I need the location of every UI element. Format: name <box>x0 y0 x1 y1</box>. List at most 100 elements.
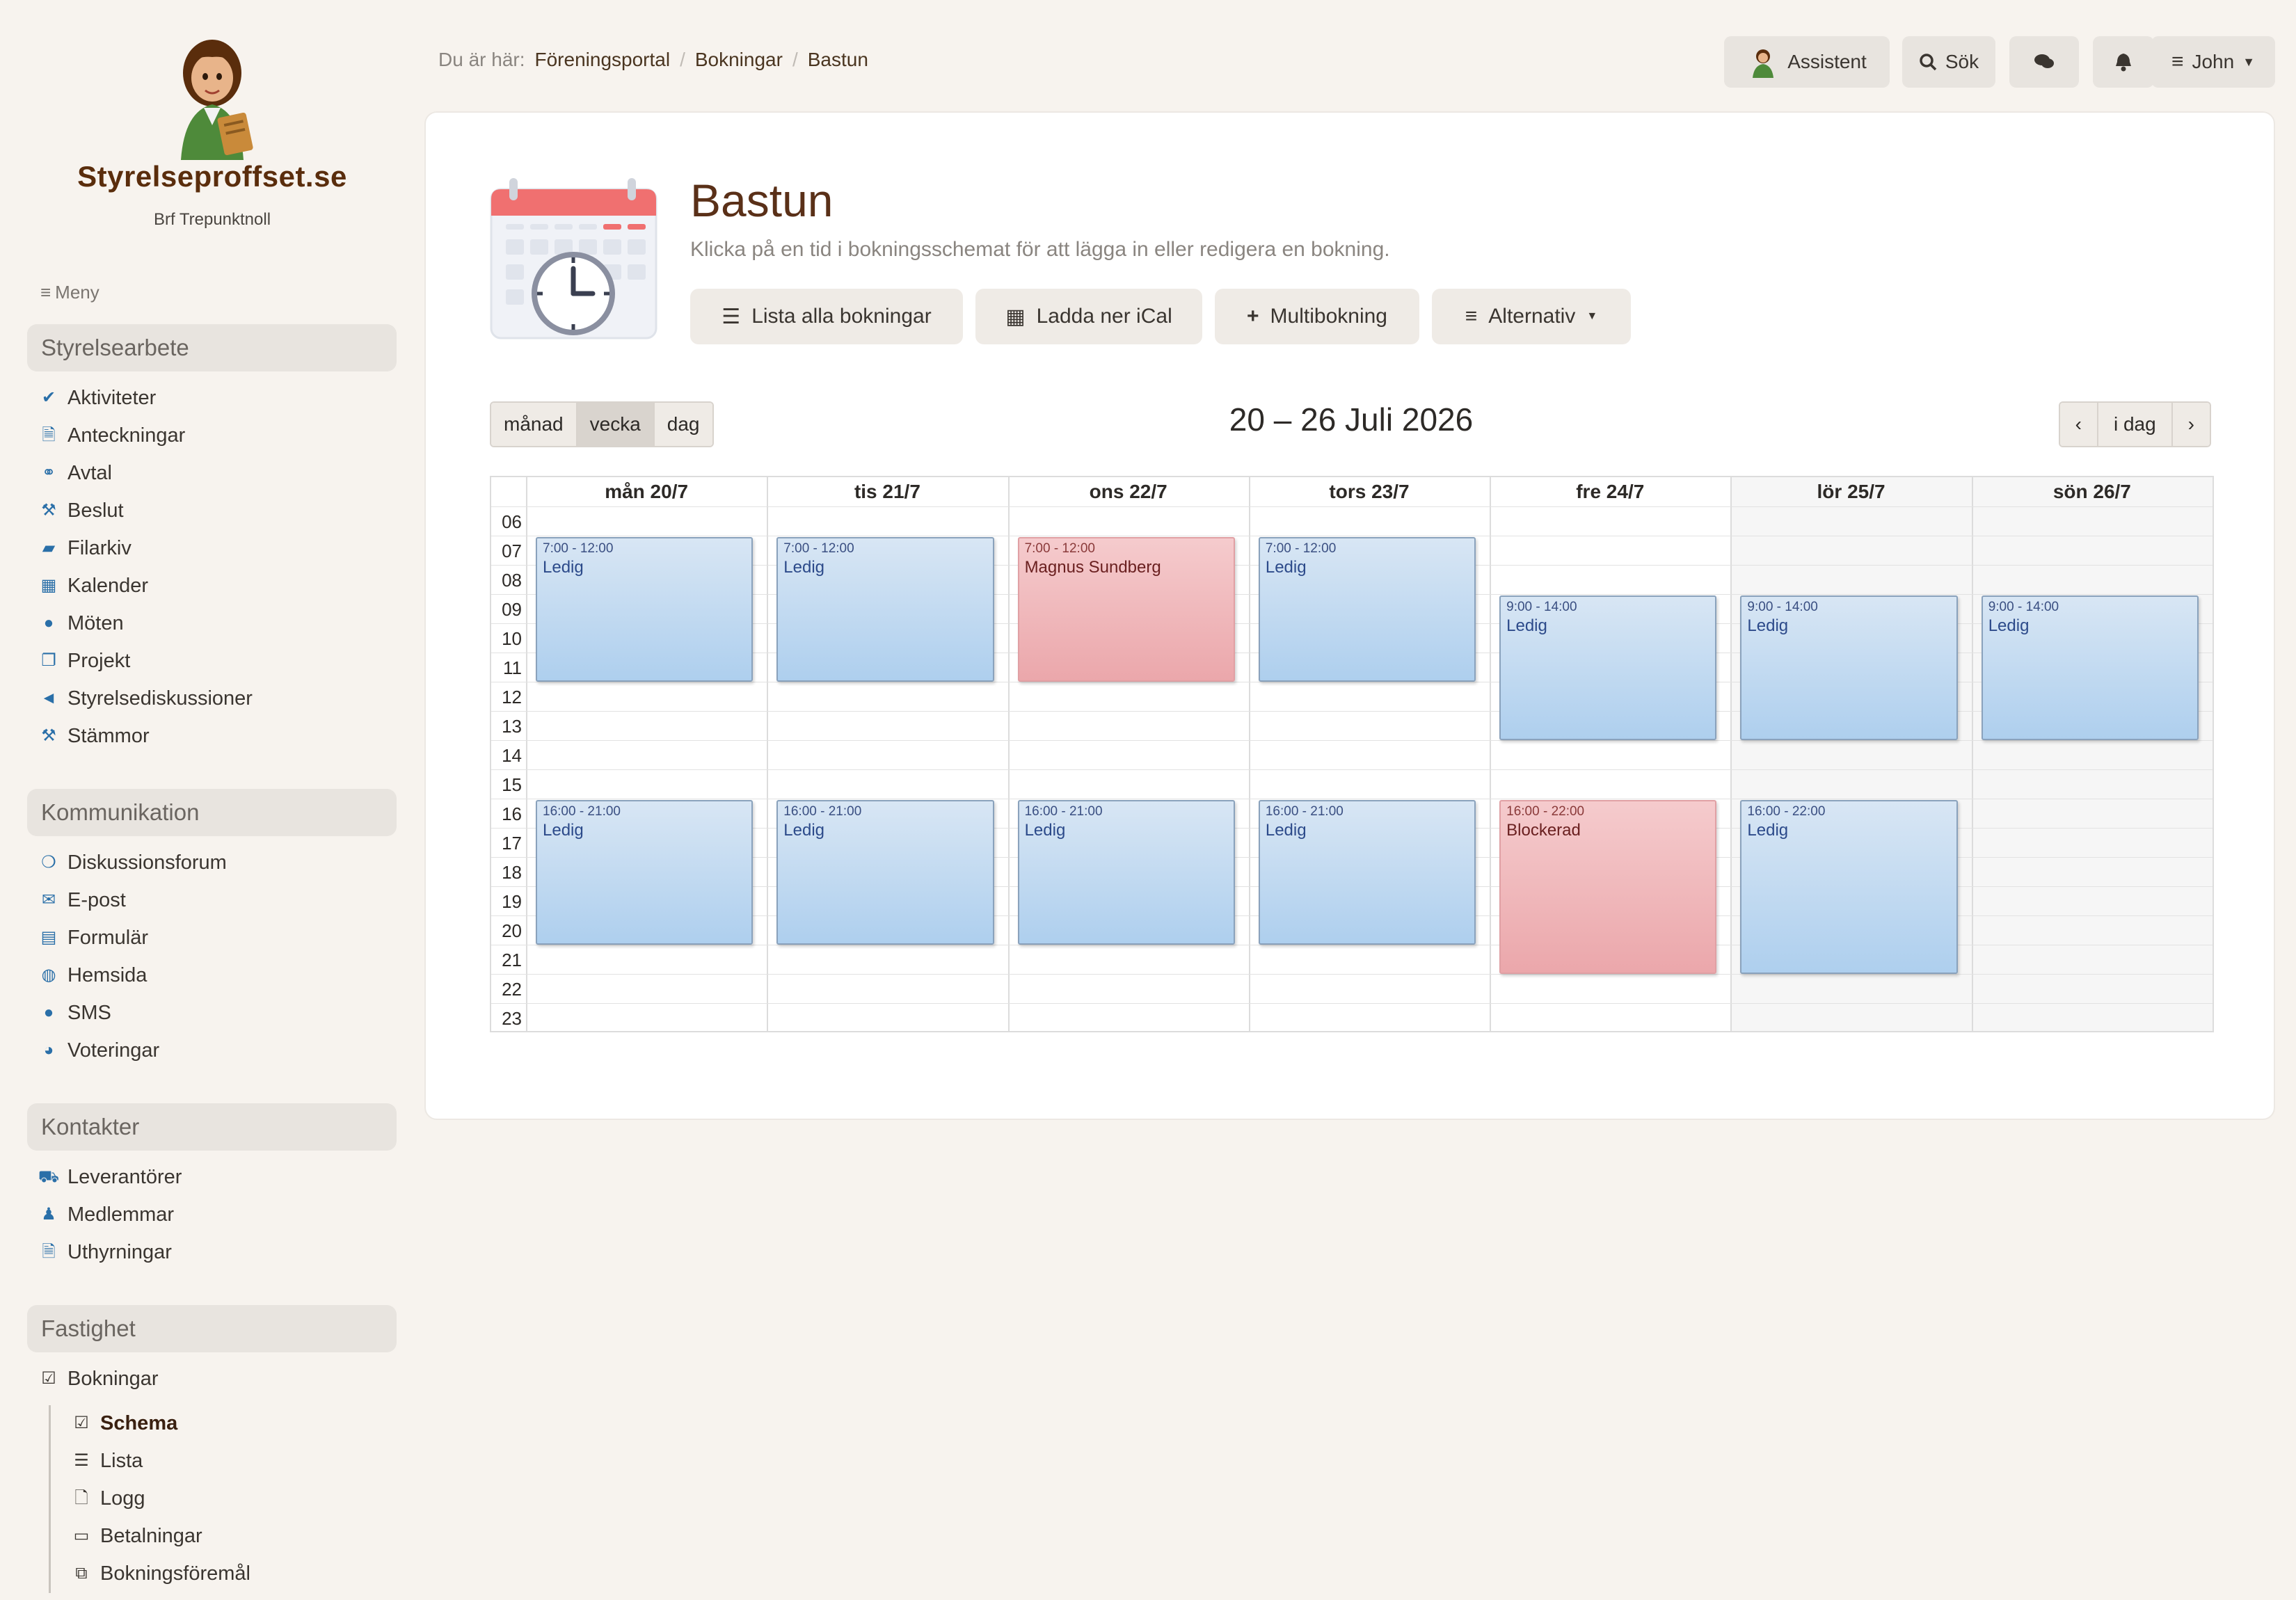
submenu-line <box>49 1405 51 1593</box>
list-all-bookings-button[interactable]: ☰ Lista alla bokningar <box>690 289 963 344</box>
hour-row[interactable]: 15 <box>491 769 2213 799</box>
caret-down-icon: ▼ <box>2242 54 2256 69</box>
sidebar-item-label: Stämmor <box>67 725 150 747</box>
booking-event[interactable]: 9:00 - 14:00 Ledig <box>1499 595 1717 740</box>
booking-event[interactable]: 16:00 - 21:00 Ledig <box>1017 800 1235 945</box>
event-label: Magnus Sundberg <box>1024 558 1161 577</box>
hour-row[interactable]: 06 <box>491 506 2213 536</box>
day-header: sön 26/7 <box>2052 481 2131 502</box>
breadcrumb-item-bastun[interactable]: Bastun <box>808 49 868 71</box>
sidebar-item-label: Styrelsediskussioner <box>67 687 253 710</box>
hour-label: 22 <box>502 979 522 1000</box>
sidebar-item-aktiviteter[interactable]: ✔ Aktiviteter <box>38 384 156 412</box>
comment-icon: ● <box>43 614 54 632</box>
sidebar-item-label: Formulär <box>67 927 149 949</box>
bullhorn-icon: ◄ <box>40 689 57 707</box>
search-button[interactable]: Sök <box>1902 36 1995 88</box>
section-kommunikation[interactable]: Kommunikation <box>27 789 397 836</box>
sidebar-item-label: Leverantörer <box>67 1166 182 1188</box>
page-title: Bastun <box>690 175 834 226</box>
sidebar-item-moten[interactable]: ● Möten <box>38 609 124 637</box>
sidebar-item-uthyrningar[interactable]: 🗎 Uthyrningar <box>38 1238 172 1266</box>
user-menu-button[interactable]: ≡ John ▼ <box>2151 36 2275 88</box>
sidebar-item-label: Beslut <box>67 499 124 522</box>
booking-event[interactable]: 16:00 - 21:00 Ledig <box>1258 800 1476 945</box>
check-square-icon: ☑ <box>41 1369 56 1388</box>
sidebar-item-voteringar[interactable]: ◕ Voteringar <box>38 1037 159 1064</box>
sidebar-item-diskussionsforum[interactable]: ❍ Diskussionsforum <box>38 849 227 877</box>
download-ical-button[interactable]: ▦ Ladda ner iCal <box>975 289 1202 344</box>
booking-event[interactable]: 7:00 - 12:00 Magnus Sundberg <box>1017 537 1235 682</box>
booking-event[interactable]: 7:00 - 12:00 Ledig <box>1258 537 1476 682</box>
event-time: 16:00 - 21:00 <box>783 804 862 819</box>
sidebar-item-sms[interactable]: ● SMS <box>38 999 111 1027</box>
event-label: Ledig <box>783 558 825 577</box>
booking-event[interactable]: 7:00 - 12:00 Ledig <box>776 537 994 682</box>
hour-row[interactable]: 22 <box>491 974 2213 1003</box>
sidebar-item-label: Betalningar <box>100 1525 202 1547</box>
comment-icon: ● <box>43 1003 54 1022</box>
chat-button[interactable] <box>2009 36 2079 88</box>
sidebar-item-kalender[interactable]: ▦ Kalender <box>38 572 148 600</box>
sidebar-item-stammor[interactable]: ⚒ Stämmor <box>38 722 150 750</box>
hour-label: 15 <box>502 774 522 795</box>
booking-event[interactable]: 16:00 - 21:00 Ledig <box>776 800 994 945</box>
sidebar-item-label: Hemsida <box>67 964 148 986</box>
event-time: 7:00 - 12:00 <box>543 541 614 556</box>
prev-week-button[interactable]: ‹ <box>2059 403 2098 446</box>
cart-icon: ⛟ <box>38 1167 60 1186</box>
sidebar-item-filarkiv[interactable]: ▰ Filarkiv <box>38 534 131 562</box>
booking-event[interactable]: 16:00 - 21:00 Ledig <box>536 800 754 945</box>
assistant-button[interactable]: Assistent <box>1724 36 1890 88</box>
options-button[interactable]: ≡ Alternativ ▼ <box>1432 289 1631 344</box>
booking-event[interactable]: 16:00 - 22:00 Ledig <box>1740 800 1958 974</box>
multibooking-button[interactable]: + Multibokning <box>1215 289 1419 344</box>
file-icon: 🗎 <box>42 426 56 445</box>
hour-row[interactable]: 23 <box>491 1003 2213 1032</box>
booking-event[interactable]: 9:00 - 14:00 Ledig <box>1981 595 2199 740</box>
brand-subtitle: Brf Trepunktnoll <box>153 210 271 229</box>
sidebar-item-hemsida[interactable]: ◍ Hemsida <box>38 961 148 989</box>
sidebar: Styrelseproffset.se Brf Trepunktnoll ≡ Me… <box>0 0 424 1600</box>
event-label: Ledig <box>1265 821 1307 840</box>
sidebar-subitem-schema[interactable]: ☑ Schema <box>71 1409 177 1437</box>
hour-label: 23 <box>502 1008 522 1029</box>
sidebar-subitem-bokningsforemal[interactable]: ⧉ Bokningsföremål <box>71 1560 250 1587</box>
file-icon: 🗎 <box>42 1242 56 1261</box>
sidebar-item-medlemmar[interactable]: ♟ Medlemmar <box>38 1201 174 1229</box>
sidebar-item-projekt[interactable]: ❐ Projekt <box>38 647 130 675</box>
sidebar-item-anteckningar[interactable]: 🗎 Anteckningar <box>38 422 185 449</box>
sidebar-subitem-logg[interactable]: 🗋 Logg <box>71 1485 145 1512</box>
sidebar-item-epost[interactable]: ✉ E-post <box>38 886 126 914</box>
notifications-button[interactable] <box>2093 36 2154 88</box>
today-button[interactable]: i dag <box>2098 403 2173 446</box>
hour-label: 19 <box>502 891 522 912</box>
breadcrumb-separator: / <box>792 49 798 70</box>
sidebar-item-label: Medlemmar <box>67 1203 175 1226</box>
event-label: Ledig <box>1988 616 2030 635</box>
hour-row[interactable]: 14 <box>491 740 2213 769</box>
sidebar-subitem-lista[interactable]: ☰ Lista <box>71 1447 143 1475</box>
sidebar-item-styrelsediskussioner[interactable]: ◄ Styrelsediskussioner <box>38 685 253 712</box>
booking-event[interactable]: 9:00 - 14:00 Ledig <box>1740 595 1958 740</box>
menu-toggle[interactable]: ≡ Meny <box>40 282 99 303</box>
booking-event[interactable]: 16:00 - 22:00 Blockerad <box>1499 800 1717 974</box>
breadcrumb-item-bokningar[interactable]: Bokningar <box>695 49 783 71</box>
section-kontakter[interactable]: Kontakter <box>27 1103 397 1151</box>
button-label: Alternativ <box>1488 305 1576 328</box>
hour-label: 13 <box>502 716 522 737</box>
event-label: Ledig <box>1265 558 1307 577</box>
section-fastighet[interactable]: Fastighet <box>27 1305 397 1352</box>
sidebar-item-avtal[interactable]: ⚭ Avtal <box>38 459 112 487</box>
next-week-button[interactable]: › <box>2172 403 2210 446</box>
sidebar-item-formular[interactable]: ▤ Formulär <box>38 924 148 952</box>
sidebar-item-leverantorer[interactable]: ⛟ Leverantörer <box>38 1163 182 1191</box>
sidebar-item-label: Möten <box>67 612 124 634</box>
sidebar-subitem-betalningar[interactable]: ▭ Betalningar <box>71 1522 202 1550</box>
sidebar-item-bokningar[interactable]: ☑ Bokningar <box>38 1365 158 1393</box>
section-styrelsearbete[interactable]: Styrelsearbete <box>27 324 397 371</box>
breadcrumb-item-foreningsportal[interactable]: Föreningsportal <box>535 49 671 71</box>
sidebar-item-beslut[interactable]: ⚒ Beslut <box>38 497 124 525</box>
search-label: Sök <box>1945 51 1979 72</box>
booking-event[interactable]: 7:00 - 12:00 Ledig <box>536 537 754 682</box>
